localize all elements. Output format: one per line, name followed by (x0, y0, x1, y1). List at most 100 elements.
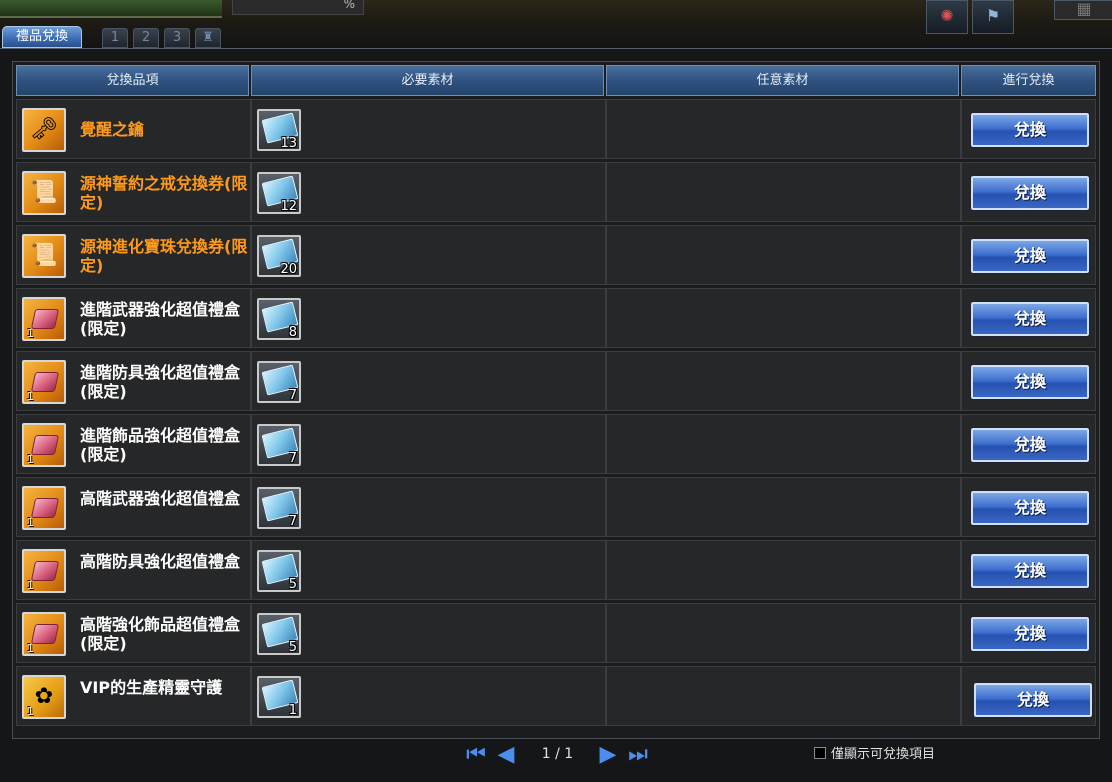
giftbox-icon (30, 624, 60, 644)
exchange-button[interactable]: 兌換 (970, 112, 1090, 148)
item-slot[interactable]: 1 (22, 360, 66, 404)
table-row: 📜 源神誓約之戒兌換券(限定) 12 兌換 (16, 162, 1096, 222)
exchange-button[interactable]: 兌換 (970, 553, 1090, 589)
item-name: 高階武器強化超值禮盒 (80, 489, 241, 508)
prev-page-icon[interactable]: ◀ (496, 744, 516, 766)
optional-cell (606, 414, 961, 474)
table-row: 1 高階防具強化超值禮盒 5 兌換 (16, 540, 1096, 600)
material-slot[interactable]: 13 (257, 109, 301, 151)
item-quantity: 1 (27, 453, 34, 466)
table-row: 🗝 覺醒之鑰 13 兌換 (16, 99, 1096, 159)
material-slot[interactable]: 1 (257, 676, 301, 718)
filter-label: 僅顯示可兌換項目 (831, 747, 936, 762)
item-cell: ✿ 1 VIP的生產精靈守護 (16, 666, 251, 726)
last-page-icon[interactable]: ⏭ (626, 744, 650, 766)
item-quantity: 1 (27, 579, 34, 592)
material-slot[interactable]: 7 (257, 361, 301, 403)
exchange-panel: 兌換品項 必要素材 任意素材 進行兌換 🗝 覺醒之鑰 13 兌換 📜 源神誓約之戒兌換券(… (0, 48, 1112, 782)
item-name: 覺醒之鑰 (80, 120, 145, 139)
banner-icon[interactable]: ⚑ (972, 0, 1014, 34)
material-slot[interactable]: 20 (257, 235, 301, 277)
material-quantity: 12 (280, 199, 297, 214)
item-slot[interactable]: 📜 (22, 171, 66, 215)
item-quantity: 1 (27, 390, 34, 403)
action-cell: 兌換 (961, 162, 1096, 222)
percent-label: % (343, 0, 355, 11)
action-cell: 兌換 (961, 603, 1096, 663)
item-quantity: 1 (27, 705, 34, 718)
scroll-icon: 📜 (30, 243, 58, 268)
exchange-button[interactable]: 兌換 (970, 490, 1090, 526)
item-quantity: 1 (27, 327, 34, 340)
item-slot[interactable]: 1 (22, 486, 66, 530)
item-cell: 1 進階武器強化超值禮盒(限定) (16, 288, 251, 348)
required-cell: 20 (251, 225, 606, 285)
item-cell: 1 進階防具強化超值禮盒(限定) (16, 351, 251, 411)
exchange-button[interactable]: 兌換 (970, 427, 1090, 463)
required-cell: 7 (251, 414, 606, 474)
material-quantity: 13 (280, 136, 297, 151)
action-cell: 兌換 (961, 414, 1096, 474)
item-name: VIP的生產精靈守護 (80, 678, 223, 697)
header-action: 進行兌換 (961, 65, 1096, 96)
item-slot[interactable]: ✿ 1 (22, 675, 66, 719)
material-quantity: 20 (280, 262, 297, 277)
hp-bar (0, 0, 222, 18)
key-icon: 🗝 (30, 117, 58, 142)
item-slot[interactable]: 1 (22, 612, 66, 656)
filter-checkbox[interactable] (814, 747, 826, 759)
first-page-icon[interactable]: ⏮ (464, 744, 488, 766)
material-quantity: 5 (288, 640, 297, 655)
item-slot[interactable]: 🗝 (22, 108, 66, 152)
required-cell: 5 (251, 540, 606, 600)
exchange-button[interactable]: 兌換 (970, 616, 1090, 652)
header-required: 必要素材 (251, 65, 604, 96)
material-slot[interactable]: 12 (257, 172, 301, 214)
table-row: 📜 源神進化寶珠兌換券(限定) 20 兌換 (16, 225, 1096, 285)
material-slot[interactable]: 8 (257, 298, 301, 340)
exchange-button[interactable]: 兌換 (970, 301, 1090, 337)
item-name: 源神誓約之戒兌換券(限定) (80, 174, 248, 212)
item-name: 進階防具強化超值禮盒(限定) (80, 363, 241, 401)
tab-page-3[interactable]: 3 (164, 28, 190, 48)
required-cell: 8 (251, 288, 606, 348)
table-row: 1 高階武器強化超值禮盒 7 兌換 (16, 477, 1096, 537)
exchange-button[interactable]: 兌換 (973, 682, 1093, 718)
top-status-box: % (232, 0, 364, 15)
item-quantity: 1 (27, 516, 34, 529)
material-quantity: 8 (288, 325, 297, 340)
material-slot[interactable]: 5 (257, 550, 301, 592)
material-quantity: 1 (288, 703, 297, 718)
calendar-icon[interactable]: ▦ (1054, 0, 1112, 20)
exchange-button[interactable]: 兌換 (970, 238, 1090, 274)
next-page-icon[interactable]: ▶ (598, 744, 618, 766)
item-slot[interactable]: 1 (22, 297, 66, 341)
table-row: 1 進階飾品強化超值禮盒(限定) 7 兌換 (16, 414, 1096, 474)
trophy-icon[interactable]: ♜ (195, 28, 221, 48)
action-cell: 兌換 (961, 288, 1096, 348)
material-slot[interactable]: 5 (257, 613, 301, 655)
material-quantity: 5 (288, 577, 297, 592)
item-slot[interactable]: 1 (22, 549, 66, 593)
item-slot[interactable]: 1 (22, 423, 66, 467)
tab-page-1[interactable]: 1 (102, 28, 128, 48)
action-cell: 兌換 (961, 666, 1096, 726)
material-quantity: 7 (288, 451, 297, 466)
item-slot[interactable]: 📜 (22, 234, 66, 278)
compass-icon[interactable]: ✺ (926, 0, 968, 34)
item-name: 高階強化飾品超值禮盒(限定) (80, 615, 241, 653)
item-name: 源神進化寶珠兌換券(限定) (80, 237, 248, 275)
giftbox-icon (30, 498, 60, 518)
material-quantity: 7 (288, 514, 297, 529)
header-optional: 任意素材 (606, 65, 959, 96)
exchange-button[interactable]: 兌換 (970, 364, 1090, 400)
exchange-button[interactable]: 兌換 (970, 175, 1090, 211)
required-cell: 5 (251, 603, 606, 663)
tab-page-2[interactable]: 2 (133, 28, 159, 48)
action-cell: 兌換 (961, 351, 1096, 411)
header-item: 兌換品項 (16, 65, 249, 96)
tab-gift-exchange[interactable]: 禮品兌換 (2, 26, 82, 48)
material-slot[interactable]: 7 (257, 487, 301, 529)
optional-cell (606, 288, 961, 348)
material-slot[interactable]: 7 (257, 424, 301, 466)
